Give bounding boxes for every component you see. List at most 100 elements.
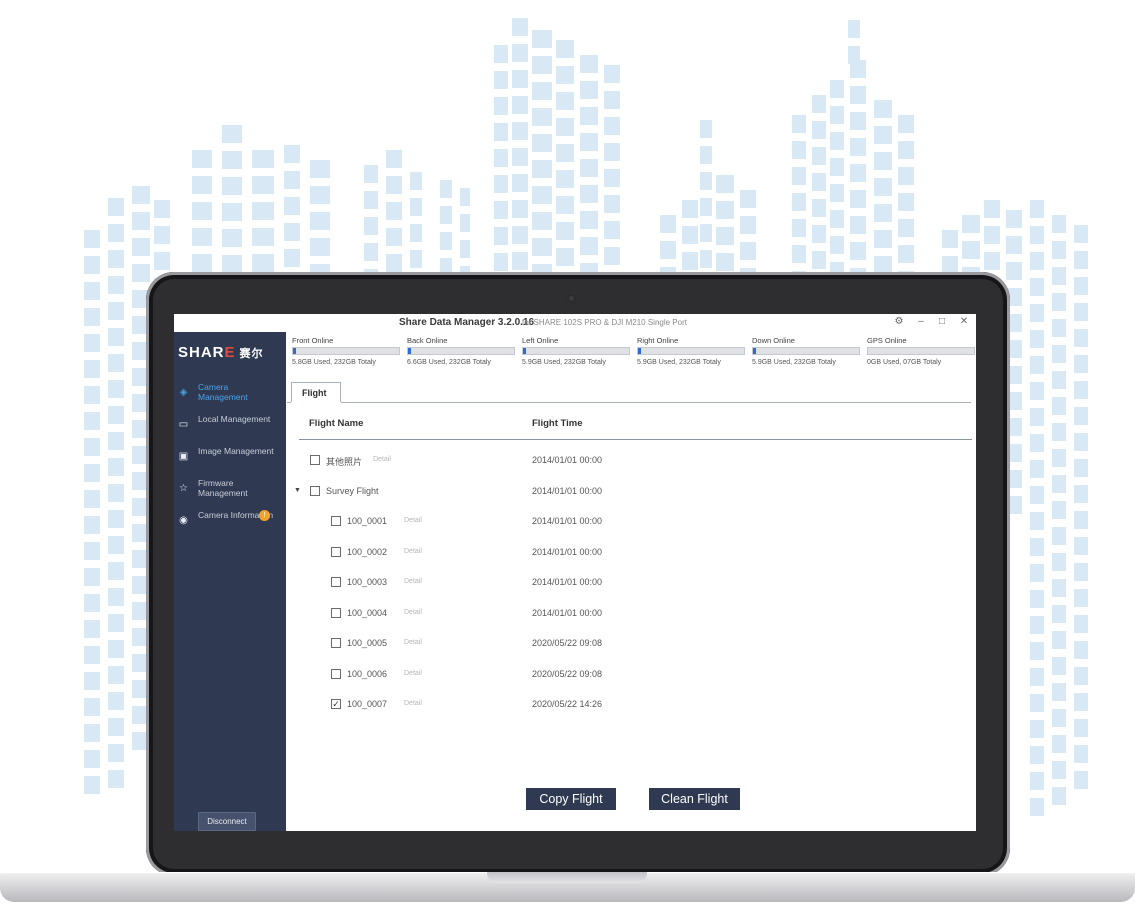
expand-arrow-icon[interactable]: ▼ [294,487,301,494]
skyline-window [700,198,712,216]
flight-time: 2014/01/01 00:00 [532,455,603,465]
detail-link[interactable]: Detail [404,609,422,616]
skyline-window [284,249,300,267]
detail-link[interactable]: Detail [404,548,422,555]
skyline-window [494,175,508,193]
flight-name: 其他照片 [326,457,363,467]
detail-link[interactable]: Detail [404,670,422,677]
minimize-icon[interactable]: – [914,315,928,329]
skyline-window [84,282,100,300]
skyline-window [84,230,100,248]
row-checkbox[interactable] [310,455,320,465]
detail-link[interactable]: Detail [404,517,422,524]
skyline-window [108,588,124,606]
skyline-window [1052,397,1066,415]
storage-bar-fill [408,348,411,354]
table-row[interactable]: 其他照片 Detail 2014/01/01 00:00 [287,451,972,471]
skyline-window [222,125,242,143]
table-row[interactable]: 100_0004 Detail 2014/01/01 00:00 [287,604,972,624]
skyline-window [108,328,124,346]
skyline-window [580,185,598,203]
skyline-window [984,226,1000,244]
skyline-window [410,172,422,190]
star-icon: ☆ [179,483,188,494]
skyline-window [580,237,598,255]
skyline-window [310,238,330,256]
table-row[interactable]: 100_0005 Detail 2020/05/22 09:08 [287,634,972,654]
app-title: Share Data Manager 3.2.0.16 [399,317,535,328]
table-row[interactable]: 100_0001 Detail 2014/01/01 00:00 [287,512,972,532]
row-checkbox[interactable] [331,607,341,618]
disconnect-button[interactable]: Disconnect [198,812,256,831]
skyline-window [700,172,712,190]
maximize-icon[interactable]: □ [935,315,949,329]
tab-flight[interactable]: Flight [291,382,341,402]
row-checkbox[interactable] [331,546,341,557]
skyline-window [604,143,620,161]
folder-icon: ▭ [178,419,189,430]
row-checkbox[interactable] [331,516,341,526]
skyline-window [364,165,378,183]
skyline-window [108,458,124,476]
detail-link[interactable]: Detail [373,456,391,463]
flight-name: 100_0001 [347,516,388,526]
skyline-window [132,186,150,204]
skyline-window [1030,304,1044,322]
sidebar-item-image-management[interactable]: ▣ Image Management [174,443,286,475]
sidebar-item-camera-information[interactable]: ◉ Camera Information ! [174,507,286,539]
skyline-window [830,236,844,254]
sidebar-item-local-management[interactable]: ▭ Local Management [174,411,286,443]
skyline-window [222,203,242,221]
row-checkbox[interactable] [310,485,320,496]
sidebar-item-firmware-management[interactable]: ☆ Firmware Management [174,475,286,507]
skyline-window [556,248,574,266]
storage-usage: 5.9GB Used, 232GB Totaly [522,359,606,366]
skyline-window [556,222,574,240]
skyline-window [850,216,866,234]
skyline-window [962,215,980,233]
skyline-window [1006,262,1022,280]
flight-time: 2020/05/22 14:26 [532,699,603,709]
table-row[interactable]: 100_0003 Detail 2014/01/01 00:00 [287,573,972,593]
skyline-window [1030,564,1044,582]
skyline-window [850,138,866,156]
row-checkbox[interactable] [331,577,341,587]
skyline-window [108,250,124,268]
table-row[interactable]: 100_0002 Detail 2014/01/01 00:00 [287,543,972,563]
skyline-window [310,212,330,230]
skyline-window [1030,434,1044,452]
skyline-window [1074,693,1088,711]
table-row[interactable]: ▼ Survey Flight 2014/01/01 00:00 [287,482,972,502]
skyline-window [1030,460,1044,478]
sidebar-item-camera-management[interactable]: ◈ Camera Management [174,379,286,411]
skyline-window [132,238,150,256]
skyline-window [410,250,422,268]
cube-icon: ◈ [179,387,188,398]
detail-link[interactable]: Detail [404,639,422,646]
skyline-window [1006,210,1022,228]
row-checkbox[interactable]: ✓ [331,699,341,709]
skyline-window [1030,356,1044,374]
skyline-window [512,148,528,166]
close-icon[interactable]: ✕ [957,315,971,329]
row-checkbox[interactable] [331,638,341,648]
skyline-window [284,197,300,215]
skyline-window [1052,345,1066,363]
skyline-window [84,698,100,716]
skyline-window [850,60,866,78]
skyline-window [1074,433,1088,451]
skyline-window [682,252,698,270]
detail-link[interactable]: Detail [404,700,422,707]
copy-flight-button[interactable]: Copy Flight [526,788,616,810]
table-row[interactable]: ✓ 100_0007 Detail 2020/05/22 14:26 [287,695,972,715]
table-row[interactable]: 100_0006 Detail 2020/05/22 09:08 [287,665,972,685]
skyline-window [84,256,100,274]
skyline-window [1074,745,1088,763]
storage-bar-fill [753,348,756,354]
skyline-window [108,276,124,294]
row-checkbox[interactable] [331,668,341,679]
options-icon[interactable]: ⚙ [892,315,906,329]
detail-link[interactable]: Detail [404,578,422,585]
clean-flight-button[interactable]: Clean Flight [649,788,740,810]
flight-name: 100_0002 [347,546,388,557]
